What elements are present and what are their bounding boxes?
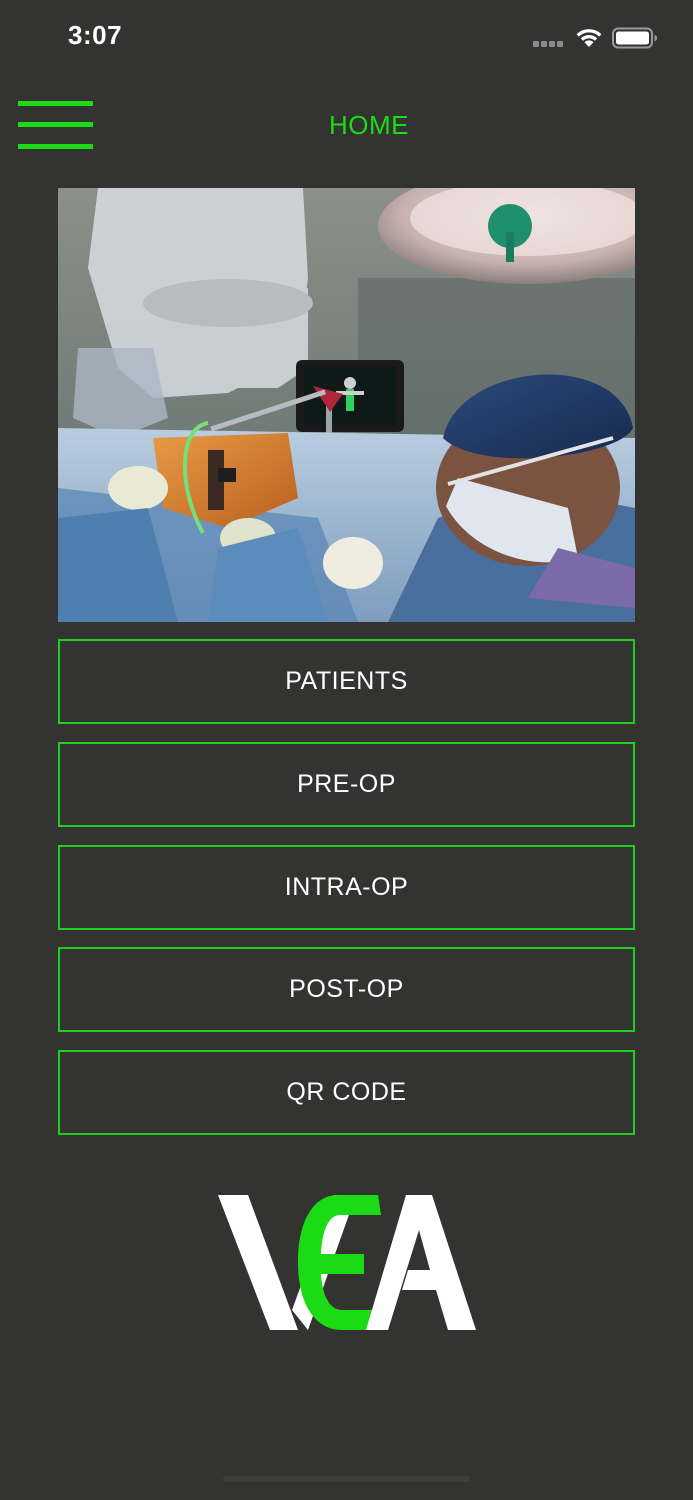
pre-op-button[interactable]: PRE-OP bbox=[58, 742, 635, 827]
qr-code-button[interactable]: QR CODE bbox=[58, 1050, 635, 1135]
patients-button[interactable]: PATIENTS bbox=[58, 639, 635, 724]
page-title: HOME bbox=[329, 110, 409, 140]
wifi-icon bbox=[576, 29, 602, 47]
vea-logo bbox=[218, 1195, 476, 1330]
hero-image bbox=[58, 188, 635, 622]
home-indicator[interactable] bbox=[223, 1476, 470, 1482]
cellular-signal-icon bbox=[533, 41, 565, 47]
post-op-button[interactable]: POST-OP bbox=[58, 947, 635, 1032]
status-bar: 3:07 bbox=[0, 0, 693, 80]
battery-icon bbox=[612, 27, 657, 49]
intra-op-button[interactable]: INTRA-OP bbox=[58, 845, 635, 930]
status-time: 3:07 bbox=[68, 20, 123, 50]
operating-room-illustration bbox=[58, 188, 635, 622]
hamburger-menu-icon[interactable] bbox=[18, 98, 93, 154]
